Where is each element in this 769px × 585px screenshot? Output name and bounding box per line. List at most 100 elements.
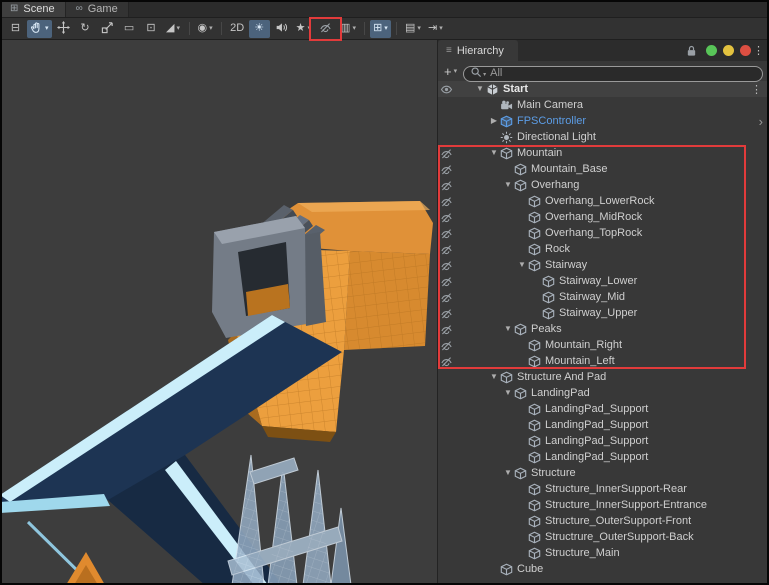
window-dot-green[interactable] [706, 45, 717, 56]
hierarchy-row[interactable]: Main Camera [438, 97, 769, 113]
hierarchy-row[interactable]: LandingPad_Support [438, 401, 769, 417]
panel-kebab-menu-icon[interactable]: ⋮ [753, 44, 764, 57]
hierarchy-row[interactable]: ▼ Overhang [438, 177, 769, 193]
scene-kebab-menu-icon[interactable]: ⋮ [751, 83, 762, 96]
hierarchy-row[interactable]: Mountain_Right [438, 337, 769, 353]
hierarchy-row[interactable]: Structure_Main [438, 545, 769, 561]
foldout-arrow-icon[interactable]: ▼ [488, 149, 500, 157]
foldout-arrow-icon[interactable]: ▼ [488, 373, 500, 381]
hierarchy-row[interactable]: Rock [438, 241, 769, 257]
hierarchy-row[interactable]: Structrure_OuterSupport-Back [438, 529, 769, 545]
tab-scene[interactable]: ⊞ Scene [0, 0, 66, 17]
hierarchy-row[interactable]: Stairway_Upper [438, 305, 769, 321]
eye-off-icon[interactable] [438, 147, 454, 160]
scale-tool-icon[interactable] [97, 20, 118, 38]
eye-off-icon[interactable] [438, 339, 454, 352]
hierarchy-row[interactable]: Overhang_TopRock [438, 225, 769, 241]
add-object-button[interactable]: + ▾ [444, 65, 457, 78]
hierarchy-row[interactable]: ▼ Stairway [438, 257, 769, 273]
tab-game[interactable]: ∞ Game [65, 0, 129, 17]
eye-off-icon[interactable] [438, 275, 454, 288]
hierarchy-row[interactable]: Stairway_Mid [438, 289, 769, 305]
hierarchy-row[interactable]: Stairway_Lower [438, 273, 769, 289]
dropdown-arrow-icon: ▾ [453, 67, 458, 75]
eye-off-icon[interactable] [438, 243, 454, 256]
hierarchy-row[interactable]: ▼ LandingPad [438, 385, 769, 401]
hierarchy-row[interactable]: Structure_OuterSupport-Front [438, 513, 769, 529]
hierarchy-row[interactable]: LandingPad_Support [438, 417, 769, 433]
2d-toggle-icon[interactable]: 2D [227, 20, 248, 38]
hierarchy-row[interactable]: Directional Light [438, 129, 769, 145]
prefab-open-chevron-icon[interactable]: › [759, 115, 763, 128]
hidden-objects-toggle-icon[interactable] [309, 16, 343, 41]
tab-hierarchy[interactable]: ≡ Hierarchy [438, 40, 518, 61]
cube-icon [528, 435, 543, 448]
audio-toggle-icon[interactable] [271, 20, 292, 38]
foldout-arrow-icon[interactable]: ▼ [474, 85, 486, 93]
scene-viewport[interactable] [0, 40, 437, 585]
hierarchy-row[interactable]: Mountain_Base [438, 161, 769, 177]
eye-off-icon[interactable] [438, 227, 454, 240]
dropdown-arrow-icon: ▾ [352, 25, 356, 32]
step-icon[interactable]: ⇥ ▾ [425, 20, 446, 38]
lighting-toggle-icon[interactable]: ☀ [248, 19, 270, 38]
hand-tool-icon[interactable]: ▾ [27, 19, 52, 38]
grid-toggle-icon[interactable]: ⊞ ▾ [369, 19, 391, 38]
eye-off-icon[interactable] [438, 291, 454, 304]
eye-off-icon[interactable] [438, 307, 454, 320]
eye-off-icon[interactable] [438, 323, 454, 336]
scene-visibility-eye-icon[interactable] [438, 83, 454, 96]
pivot-toggle-icon[interactable]: ◉ ▾ [195, 20, 216, 38]
move-tool-icon[interactable] [53, 20, 74, 38]
eye-off-icon[interactable] [438, 211, 454, 224]
foldout-arrow-icon[interactable]: ▶ [488, 117, 500, 125]
toolbar-separator [220, 22, 222, 35]
hierarchy-row[interactable]: Mountain_Left [438, 353, 769, 369]
rect-tool-icon[interactable]: ▭ [119, 20, 140, 38]
object-label: Mountain [517, 147, 563, 159]
hierarchy-row[interactable]: Cube [438, 561, 769, 577]
hierarchy-row[interactable]: Structure_InnerSupport-Rear [438, 481, 769, 497]
effects-toggle-icon[interactable]: ★ ▾ [293, 20, 314, 38]
foldout-arrow-icon[interactable]: ▼ [502, 325, 514, 333]
scene-viewport-canvas[interactable] [0, 40, 437, 585]
window-dot-yellow[interactable] [723, 45, 734, 56]
rotate-tool-icon[interactable]: ↻ [75, 20, 96, 38]
eye-off-icon[interactable] [438, 163, 454, 176]
camera-icon [500, 99, 515, 112]
scene-root-row[interactable]: ▼ Start ⋮ [438, 81, 769, 97]
prefab-icon [500, 115, 515, 128]
hierarchy-row[interactable]: Overhang_LowerRock [438, 193, 769, 209]
plus-icon: + [444, 63, 452, 79]
window-dot-red[interactable] [740, 45, 751, 56]
dropdown-arrow-icon: ▾ [45, 25, 49, 32]
hierarchy-row[interactable]: ▼ Peaks [438, 321, 769, 337]
eye-off-icon[interactable] [438, 195, 454, 208]
eye-off-icon[interactable] [438, 179, 454, 192]
hierarchy-row[interactable]: LandingPad_Support [438, 449, 769, 465]
overlays-menu-icon[interactable]: ▥ ▾ [337, 20, 359, 38]
search-filter-arrow-icon: ▾ [483, 71, 487, 78]
hierarchy-row[interactable]: LandingPad_Support [438, 433, 769, 449]
hierarchy-row[interactable]: Structure_InnerSupport-Entrance [438, 497, 769, 513]
foldout-arrow-icon[interactable]: ▼ [502, 389, 514, 397]
foldout-arrow-icon[interactable]: ▼ [502, 181, 514, 189]
hierarchy-search-input[interactable] [463, 65, 763, 82]
tool-settings-icon[interactable]: ⊟ [5, 20, 26, 38]
foldout-arrow-icon[interactable]: ▼ [516, 261, 528, 269]
hierarchy-row[interactable]: ▼ Structure And Pad [438, 369, 769, 385]
hierarchy-row[interactable]: Overhang_MidRock [438, 209, 769, 225]
lock-icon[interactable] [686, 45, 697, 57]
transform-tool-icon[interactable]: ⊡ [141, 20, 162, 38]
eye-off-icon[interactable] [438, 355, 454, 368]
hierarchy-row[interactable]: ▶ FPSController › [438, 113, 769, 129]
object-label: Overhang_TopRock [545, 227, 643, 239]
hierarchy-row[interactable]: ▼ Structure [438, 465, 769, 481]
custom-tool-icon[interactable]: ◢ ▾ [163, 20, 184, 38]
view-tabstrip: ⊞ Scene ∞ Game [0, 0, 769, 18]
cube-icon [528, 355, 543, 368]
hierarchy-row[interactable]: ▼ Mountain [438, 145, 769, 161]
eye-off-icon[interactable] [438, 259, 454, 272]
snap-settings-icon[interactable]: ▤ ▾ [402, 20, 424, 38]
foldout-arrow-icon[interactable]: ▼ [502, 469, 514, 477]
